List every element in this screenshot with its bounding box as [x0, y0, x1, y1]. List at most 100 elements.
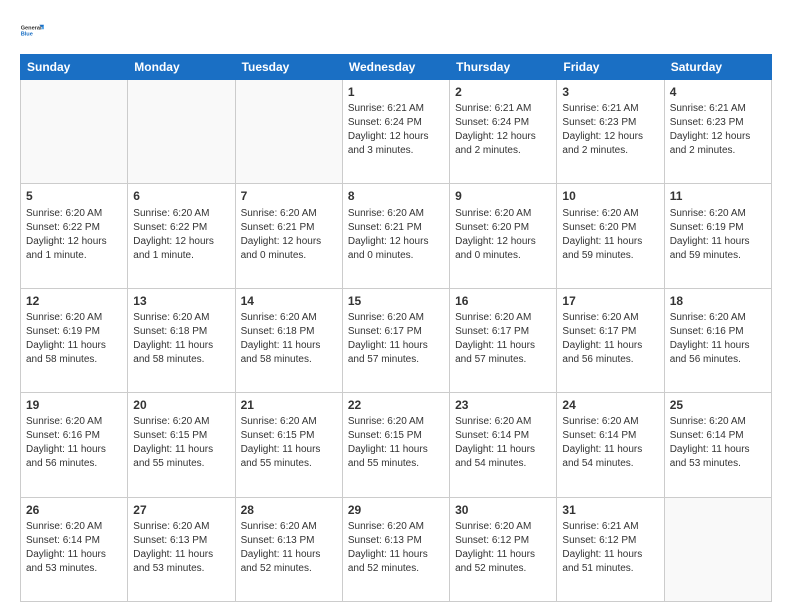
day-info: Sunrise: 6:21 AM Sunset: 6:23 PM Dayligh…	[670, 102, 766, 158]
day-number: 10	[562, 188, 658, 204]
day-number: 15	[348, 293, 444, 309]
day-cell	[235, 80, 342, 184]
day-cell: 7 Sunrise: 6:20 AM Sunset: 6:21 PM Daylig…	[235, 184, 342, 288]
day-info: Sunrise: 6:20 AM Sunset: 6:19 PM Dayligh…	[670, 207, 766, 263]
header: GeneralBlue	[20, 16, 772, 44]
day-cell: 8 Sunrise: 6:20 AM Sunset: 6:21 PM Daylig…	[342, 184, 449, 288]
day-info: Sunrise: 6:20 AM Sunset: 6:21 PM Dayligh…	[241, 207, 337, 263]
day-cell: 28 Sunrise: 6:20 AM Sunset: 6:13 PM Dayli…	[235, 497, 342, 601]
day-cell: 14Sunrise: 6:20 AM Sunset: 6:18 PM Dayli…	[235, 288, 342, 392]
week-row-5: 26 Sunrise: 6:20 AM Sunset: 6:14 PM Dayli…	[21, 497, 772, 601]
day-info: Sunrise: 6:20 AM Sunset: 6:16 PM Dayligh…	[670, 311, 766, 367]
weekday-thursday: Thursday	[450, 55, 557, 80]
day-number: 19	[26, 397, 122, 413]
day-cell: 4 Sunrise: 6:21 AM Sunset: 6:23 PM Daylig…	[664, 80, 771, 184]
day-info: Sunrise: 6:21 AM Sunset: 6:24 PM Dayligh…	[348, 102, 444, 158]
weekday-tuesday: Tuesday	[235, 55, 342, 80]
logo: GeneralBlue	[20, 16, 48, 44]
day-number: 26	[26, 502, 122, 518]
day-info: Sunrise: 6:20 AM Sunset: 6:19 PM Dayligh…	[26, 311, 122, 367]
day-number: 31	[562, 502, 658, 518]
day-cell: 6 Sunrise: 6:20 AM Sunset: 6:22 PM Daylig…	[128, 184, 235, 288]
day-number: 3	[562, 84, 658, 100]
day-cell: 17Sunrise: 6:20 AM Sunset: 6:17 PM Dayli…	[557, 288, 664, 392]
svg-text:Blue: Blue	[21, 31, 33, 37]
week-row-3: 12 Sunrise: 6:20 AM Sunset: 6:19 PM Dayli…	[21, 288, 772, 392]
day-cell: 21Sunrise: 6:20 AM Sunset: 6:15 PM Dayli…	[235, 393, 342, 497]
day-number: 29	[348, 502, 444, 518]
day-number: 1	[348, 84, 444, 100]
day-cell: 10 Sunrise: 6:20 AM Sunset: 6:20 PM Dayli…	[557, 184, 664, 288]
day-info: Sunrise: 6:20 AM Sunset: 6:15 PM Dayligh…	[133, 415, 229, 471]
day-number: 27	[133, 502, 229, 518]
day-cell	[21, 80, 128, 184]
day-cell: 19Sunrise: 6:20 AM Sunset: 6:16 PM Dayli…	[21, 393, 128, 497]
day-info: Sunrise: 6:20 AM Sunset: 6:18 PM Dayligh…	[133, 311, 229, 367]
day-number: 12	[26, 293, 122, 309]
day-cell: 20 Sunrise: 6:20 AM Sunset: 6:15 PM Dayli…	[128, 393, 235, 497]
day-number: 23	[455, 397, 551, 413]
day-number: 4	[670, 84, 766, 100]
day-number: 8	[348, 188, 444, 204]
day-cell: 1 Sunrise: 6:21 AM Sunset: 6:24 PM Daylig…	[342, 80, 449, 184]
day-info: Sunrise: 6:20 AM Sunset: 6:12 PM Dayligh…	[455, 520, 551, 576]
day-number: 7	[241, 188, 337, 204]
day-cell: 24 Sunrise: 6:20 AM Sunset: 6:14 PM Dayli…	[557, 393, 664, 497]
day-number: 30	[455, 502, 551, 518]
day-number: 16	[455, 293, 551, 309]
weekday-header-row: SundayMondayTuesdayWednesdayThursdayFrid…	[21, 55, 772, 80]
week-row-2: 5Sunrise: 6:20 AM Sunset: 6:22 PM Daylig…	[21, 184, 772, 288]
day-info: Sunrise: 6:20 AM Sunset: 6:15 PM Dayligh…	[348, 415, 444, 471]
day-number: 11	[670, 188, 766, 204]
day-cell: 5Sunrise: 6:20 AM Sunset: 6:22 PM Daylig…	[21, 184, 128, 288]
weekday-friday: Friday	[557, 55, 664, 80]
day-cell: 26 Sunrise: 6:20 AM Sunset: 6:14 PM Dayli…	[21, 497, 128, 601]
day-number: 28	[241, 502, 337, 518]
day-number: 9	[455, 188, 551, 204]
day-number: 24	[562, 397, 658, 413]
day-info: Sunrise: 6:21 AM Sunset: 6:23 PM Dayligh…	[562, 102, 658, 158]
day-cell	[664, 497, 771, 601]
day-cell: 25Sunrise: 6:20 AM Sunset: 6:14 PM Dayli…	[664, 393, 771, 497]
day-info: Sunrise: 6:20 AM Sunset: 6:20 PM Dayligh…	[455, 207, 551, 263]
day-number: 18	[670, 293, 766, 309]
day-number: 20	[133, 397, 229, 413]
day-cell: 16 Sunrise: 6:20 AM Sunset: 6:17 PM Dayli…	[450, 288, 557, 392]
day-cell: 12 Sunrise: 6:20 AM Sunset: 6:19 PM Dayli…	[21, 288, 128, 392]
day-info: Sunrise: 6:20 AM Sunset: 6:13 PM Dayligh…	[241, 520, 337, 576]
day-info: Sunrise: 6:20 AM Sunset: 6:22 PM Dayligh…	[26, 207, 122, 263]
day-number: 2	[455, 84, 551, 100]
day-cell	[128, 80, 235, 184]
day-info: Sunrise: 6:20 AM Sunset: 6:18 PM Dayligh…	[241, 311, 337, 367]
day-cell: 15 Sunrise: 6:20 AM Sunset: 6:17 PM Dayli…	[342, 288, 449, 392]
weekday-wednesday: Wednesday	[342, 55, 449, 80]
day-info: Sunrise: 6:20 AM Sunset: 6:21 PM Dayligh…	[348, 207, 444, 263]
day-info: Sunrise: 6:21 AM Sunset: 6:12 PM Dayligh…	[562, 520, 658, 576]
day-cell: 30 Sunrise: 6:20 AM Sunset: 6:12 PM Dayli…	[450, 497, 557, 601]
day-info: Sunrise: 6:20 AM Sunset: 6:17 PM Dayligh…	[562, 311, 658, 367]
page: GeneralBlue SundayMondayTuesdayWednesday…	[0, 0, 792, 612]
day-info: Sunrise: 6:20 AM Sunset: 6:20 PM Dayligh…	[562, 207, 658, 263]
week-row-1: 1 Sunrise: 6:21 AM Sunset: 6:24 PM Daylig…	[21, 80, 772, 184]
day-info: Sunrise: 6:20 AM Sunset: 6:14 PM Dayligh…	[670, 415, 766, 471]
day-cell: 23Sunrise: 6:20 AM Sunset: 6:14 PM Dayli…	[450, 393, 557, 497]
day-info: Sunrise: 6:20 AM Sunset: 6:13 PM Dayligh…	[133, 520, 229, 576]
weekday-saturday: Saturday	[664, 55, 771, 80]
calendar: SundayMondayTuesdayWednesdayThursdayFrid…	[20, 54, 772, 602]
day-number: 6	[133, 188, 229, 204]
day-info: Sunrise: 6:20 AM Sunset: 6:14 PM Dayligh…	[26, 520, 122, 576]
day-info: Sunrise: 6:20 AM Sunset: 6:22 PM Dayligh…	[133, 207, 229, 263]
day-info: Sunrise: 6:20 AM Sunset: 6:17 PM Dayligh…	[348, 311, 444, 367]
day-info: Sunrise: 6:20 AM Sunset: 6:17 PM Dayligh…	[455, 311, 551, 367]
day-info: Sunrise: 6:20 AM Sunset: 6:15 PM Dayligh…	[241, 415, 337, 471]
day-cell: 13Sunrise: 6:20 AM Sunset: 6:18 PM Dayli…	[128, 288, 235, 392]
day-cell: 18 Sunrise: 6:20 AM Sunset: 6:16 PM Dayli…	[664, 288, 771, 392]
day-info: Sunrise: 6:20 AM Sunset: 6:13 PM Dayligh…	[348, 520, 444, 576]
day-cell: 11 Sunrise: 6:20 AM Sunset: 6:19 PM Dayli…	[664, 184, 771, 288]
day-cell: 31 Sunrise: 6:21 AM Sunset: 6:12 PM Dayli…	[557, 497, 664, 601]
day-number: 22	[348, 397, 444, 413]
day-cell: 22 Sunrise: 6:20 AM Sunset: 6:15 PM Dayli…	[342, 393, 449, 497]
day-cell: 29 Sunrise: 6:20 AM Sunset: 6:13 PM Dayli…	[342, 497, 449, 601]
svg-text:General: General	[21, 25, 42, 31]
day-info: Sunrise: 6:20 AM Sunset: 6:14 PM Dayligh…	[562, 415, 658, 471]
